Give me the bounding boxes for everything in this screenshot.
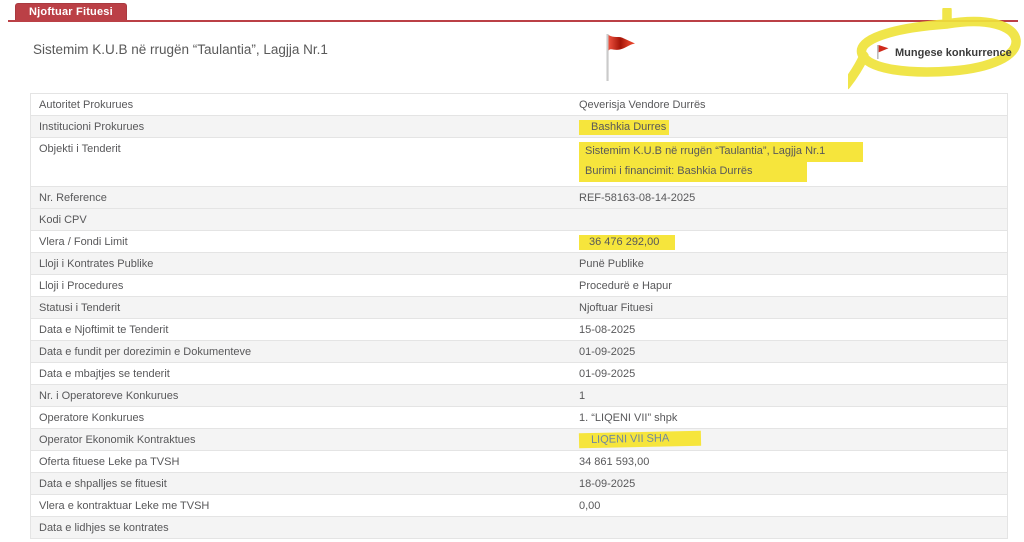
row-value-line: Sistemim K.U.B në rrugën “Taulantia”, La… (579, 142, 863, 162)
page-title: Sistemim K.U.B në rrugën “Taulantia”, La… (33, 42, 328, 57)
row-value-line: Burimi i financimit: Bashkia Durrës (579, 162, 807, 182)
row-label: Institucioni Prokurues (31, 121, 579, 133)
row-value: 15-08-2025 (579, 324, 1007, 336)
table-row: Lloji i ProceduresProcedurë e Hapur (31, 275, 1007, 297)
flag-annotation-label: Mungese konkurrence (895, 47, 1012, 59)
row-label: Nr. Reference (31, 192, 579, 204)
row-value: 34 861 593,00 (579, 456, 1007, 468)
table-row: Objekti i TenderitSistemim K.U.B në rrug… (31, 138, 1007, 187)
tab-njoftuar-fituesi[interactable]: Njoftuar Fituesi (15, 3, 127, 20)
table-row: Lloji i Kontrates PublikePunë Publike (31, 253, 1007, 275)
row-value: 1 (579, 390, 1007, 402)
row-label: Data e lidhjes se kontrates (31, 522, 579, 534)
row-label: Operator Ekonomik Kontraktues (31, 434, 579, 446)
row-label: Operatore Konkurues (31, 412, 579, 424)
table-row: Data e mbajtjes se tenderit01-09-2025 (31, 363, 1007, 385)
table-row: Statusi i TenderitNjoftuar Fituesi (31, 297, 1007, 319)
table-row: Operator Ekonomik KontraktuesLIQENI VII … (31, 429, 1007, 451)
row-value: Procedurë e Hapur (579, 280, 1007, 292)
row-label: Statusi i Tenderit (31, 302, 579, 314)
row-value-text: 18-09-2025 (579, 478, 635, 490)
row-value-text: 1. “LIQENI VII” shpk (579, 412, 677, 424)
row-value-text: 36 476 292,00 (579, 235, 675, 250)
row-label: Vlera e kontraktuar Leke me TVSH (31, 500, 579, 512)
row-value-text: 15-08-2025 (579, 324, 635, 336)
row-value: 01-09-2025 (579, 346, 1007, 358)
row-value: 0,00 (579, 500, 1007, 512)
red-flag-icon (596, 32, 640, 84)
table-row: Autoritet ProkuruesQeverisja Vendore Dur… (31, 94, 1007, 116)
row-value: Bashkia Durres (579, 121, 1007, 133)
table-row: Operatore Konkurues1. “LIQENI VII” shpk (31, 407, 1007, 429)
table-row: Oferta fituese Leke pa TVSH34 861 593,00 (31, 451, 1007, 473)
flag-annotation: Mungese konkurrence (848, 8, 1024, 92)
table-row: Data e fundit per dorezimin e Dokumentev… (31, 341, 1007, 363)
row-value: 01-09-2025 (579, 368, 1007, 380)
row-value: Punë Publike (579, 258, 1007, 270)
row-label: Data e shpalljes se fituesit (31, 478, 579, 490)
row-label: Data e mbajtjes se tenderit (31, 368, 579, 380)
row-label: Oferta fituese Leke pa TVSH (31, 456, 579, 468)
tender-detail-page: Njoftuar Fituesi Sistemim K.U.B në rrugë… (0, 0, 1024, 542)
row-value-text: Njoftuar Fituesi (579, 302, 653, 314)
row-label: Vlera / Fondi Limit (31, 236, 579, 248)
row-value-text: 34 861 593,00 (579, 456, 649, 468)
row-value-text: Bashkia Durres (579, 120, 669, 135)
table-row: Vlera e kontraktuar Leke me TVSH0,00 (31, 495, 1007, 517)
row-label: Kodi CPV (31, 214, 579, 226)
table-row: Nr. ReferenceREF-58163-08-14-2025 (31, 187, 1007, 209)
table-row: Data e lidhjes se kontrates (31, 517, 1007, 539)
row-value: REF-58163-08-14-2025 (579, 192, 1007, 204)
row-value-text: REF-58163-08-14-2025 (579, 192, 695, 204)
tender-info-table: Autoritet ProkuruesQeverisja Vendore Dur… (30, 93, 1008, 539)
row-value-text: 01-09-2025 (579, 368, 635, 380)
row-value: 36 476 292,00 (579, 236, 1007, 248)
row-value-text: 0,00 (579, 500, 600, 512)
row-label: Autoritet Prokurues (31, 99, 579, 111)
row-value-link[interactable]: LIQENI VII SHA (579, 431, 702, 449)
row-value-text: Punë Publike (579, 258, 644, 270)
table-row: Nr. i Operatoreve Konkurues1 (31, 385, 1007, 407)
row-value: Sistemim K.U.B në rrugën “Taulantia”, La… (579, 138, 1007, 186)
row-label: Data e Njoftimit te Tenderit (31, 324, 579, 336)
table-row: Data e shpalljes se fituesit18-09-2025 (31, 473, 1007, 495)
table-row: Data e Njoftimit te Tenderit15-08-2025 (31, 319, 1007, 341)
row-value-text: Qeverisja Vendore Durrës (579, 99, 706, 111)
row-value-text: 01-09-2025 (579, 346, 635, 358)
table-row: Kodi CPV (31, 209, 1007, 231)
row-label: Nr. i Operatoreve Konkurues (31, 390, 579, 402)
row-value-text: Procedurë e Hapur (579, 280, 672, 292)
row-value: 1. “LIQENI VII” shpk (579, 412, 1007, 424)
row-label: Data e fundit per dorezimin e Dokumentev… (31, 346, 579, 358)
row-value: LIQENI VII SHA (579, 432, 1007, 447)
row-value: Qeverisja Vendore Durrës (579, 99, 1007, 111)
table-row: Institucioni ProkuruesBashkia Durres (31, 116, 1007, 138)
row-label: Lloji i Procedures (31, 280, 579, 292)
small-red-flag-icon (876, 44, 890, 60)
row-label: Lloji i Kontrates Publike (31, 258, 579, 270)
row-value-text: 1 (579, 390, 585, 402)
table-row: Vlera / Fondi Limit36 476 292,00 (31, 231, 1007, 253)
row-value: 18-09-2025 (579, 478, 1007, 490)
row-value: Njoftuar Fituesi (579, 302, 1007, 314)
row-label: Objekti i Tenderit (31, 138, 579, 155)
